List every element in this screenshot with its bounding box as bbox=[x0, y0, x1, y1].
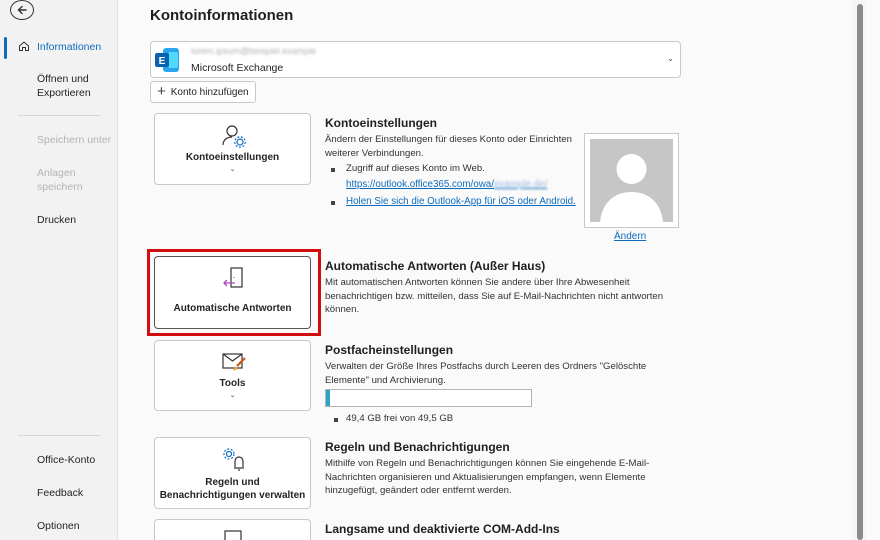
account-settings-title: Kontoeinstellungen bbox=[325, 116, 437, 130]
nav-label: Speichern unter bbox=[37, 134, 112, 146]
vertical-scrollbar[interactable] bbox=[852, 0, 866, 540]
account-email: lorem.ipsum@beispiel.example bbox=[191, 46, 317, 56]
mailbox-title: Postfacheinstellungen bbox=[325, 343, 454, 357]
rules-bell-icon bbox=[223, 448, 244, 471]
main-content: Kontoinformationen E lorem.ipsum@beispie… bbox=[118, 0, 866, 540]
profile-photo-frame bbox=[584, 133, 679, 228]
chevron-down-icon: ⌄ bbox=[667, 54, 674, 63]
svg-text:E: E bbox=[159, 56, 166, 67]
sidebar: Informationen Öffnen und Exportieren Spe… bbox=[0, 0, 118, 540]
mailbox-quota-bar bbox=[325, 389, 532, 407]
rules-title: Regeln und Benachrichtigungen bbox=[325, 440, 510, 454]
nav-office-account[interactable]: Office-Konto bbox=[0, 453, 118, 467]
owa-link-text: https://outlook.office365.com/owa/ bbox=[346, 179, 494, 190]
chevron-down-icon: ⌄ bbox=[229, 392, 236, 399]
rules-desc: Mithilfe von Regeln und Benachrichtigung… bbox=[325, 458, 650, 496]
mailbox-desc: Verwalten der Größe Ihres Postfachs durc… bbox=[325, 361, 647, 386]
plus-icon: + bbox=[157, 83, 166, 100]
nav-label: Optionen bbox=[37, 520, 80, 532]
tile-label: Tools bbox=[219, 378, 246, 389]
separator bbox=[18, 115, 100, 116]
account-type: Microsoft Exchange bbox=[191, 62, 284, 74]
nav-feedback[interactable]: Feedback bbox=[0, 486, 118, 500]
nav-save-as: Speichern unter bbox=[0, 133, 118, 147]
auto-reply-title: Automatische Antworten (Außer Haus) bbox=[325, 259, 546, 273]
add-account-label: Konto hinzufügen bbox=[170, 86, 249, 98]
nav-options[interactable]: Optionen bbox=[0, 519, 118, 533]
tools-tile[interactable]: Tools ⌄ bbox=[154, 340, 311, 411]
tile-label: Regeln und bbox=[205, 477, 260, 488]
owa-link-blurred: example.de/ bbox=[493, 179, 548, 190]
outlook-app-link[interactable]: Holen Sie sich die Outlook-App für iOS o… bbox=[346, 196, 576, 207]
mailbox-tools-icon bbox=[222, 353, 246, 371]
com-addins-title: Langsame und deaktivierte COM-Add-Ins bbox=[325, 522, 560, 536]
nav-print[interactable]: Drucken bbox=[0, 213, 118, 227]
nav-informationen[interactable]: Informationen bbox=[0, 37, 118, 59]
profile-photo bbox=[590, 139, 673, 222]
arrow-left-icon bbox=[17, 5, 27, 15]
web-access-bullet: Zugriff auf dieses Konto im Web. bbox=[331, 163, 485, 174]
add-account-button[interactable]: + Konto hinzufügen bbox=[150, 81, 256, 103]
nav-label: Informationen bbox=[37, 41, 102, 53]
nav-label: Feedback bbox=[37, 487, 84, 499]
nav-open-export[interactable]: Öffnen und Exportieren bbox=[0, 72, 118, 100]
tile-label: Automatische Antworten bbox=[173, 303, 292, 314]
user-settings-icon bbox=[222, 125, 246, 148]
mailbox-quota-fill bbox=[326, 390, 331, 406]
account-settings-desc: Ändern der Einstellungen für dieses Kont… bbox=[325, 134, 572, 159]
person-silhouette-icon bbox=[600, 154, 663, 222]
account-dropdown[interactable]: E lorem.ipsum@beispiel.example Microsoft… bbox=[150, 41, 681, 78]
back-button[interactable] bbox=[10, 0, 34, 20]
home-icon bbox=[19, 41, 29, 51]
scrollbar-thumb[interactable] bbox=[857, 4, 863, 540]
com-addins-tile[interactable] bbox=[154, 519, 311, 540]
change-photo-link[interactable]: Ändern bbox=[614, 231, 646, 242]
account-settings-tile[interactable]: Kontoeinstellungen ⌄ bbox=[154, 113, 311, 185]
exchange-logo-icon: E bbox=[155, 48, 179, 72]
separator bbox=[18, 435, 100, 436]
nav-label: Anlagen speichern bbox=[37, 167, 83, 193]
addin-icon bbox=[224, 530, 242, 540]
rules-tile[interactable]: Regeln und Benachrichtigungen verwalten bbox=[154, 437, 311, 509]
tile-label: Kontoeinstellungen bbox=[185, 152, 280, 163]
auto-reply-desc: Mit automatischen Antworten können Sie a… bbox=[325, 277, 664, 315]
mailbox-quota-text: 49,4 GB frei von 49,5 GB bbox=[333, 413, 454, 424]
nav-label: Office-Konto bbox=[37, 454, 96, 466]
auto-reply-tile[interactable]: Automatische Antworten bbox=[154, 256, 311, 329]
auto-reply-icon bbox=[223, 267, 243, 288]
bullet-text: Zugriff auf dieses Konto im Web. bbox=[346, 163, 485, 174]
nav-save-attachments: Anlagen speichern bbox=[0, 166, 118, 194]
owa-link[interactable]: https://outlook.office365.com/owa/exampl… bbox=[346, 179, 547, 190]
nav-label: Drucken bbox=[37, 214, 77, 226]
page-title: Kontoinformationen bbox=[150, 7, 294, 24]
tile-label: Benachrichtigungen verwalten bbox=[159, 490, 306, 501]
nav-label: Öffnen und Exportieren bbox=[37, 73, 91, 99]
chevron-down-icon: ⌄ bbox=[229, 166, 236, 173]
